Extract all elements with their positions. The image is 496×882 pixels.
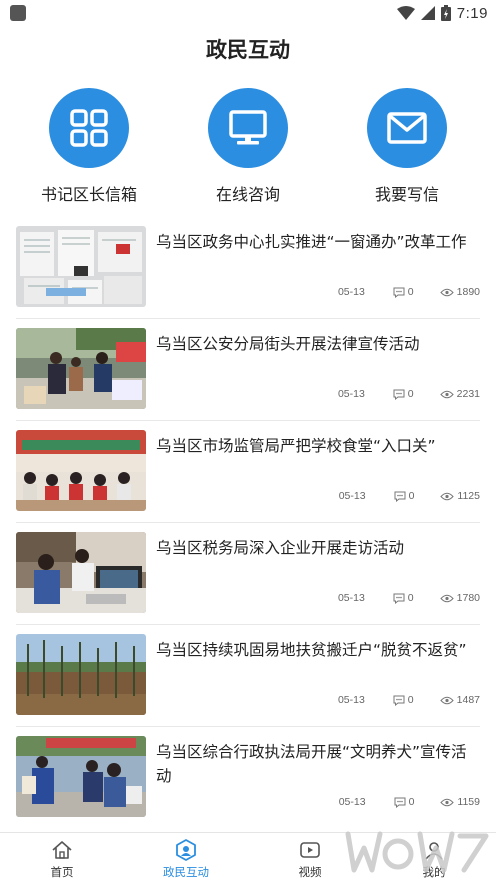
watermark-logo bbox=[345, 831, 489, 873]
comment-icon bbox=[393, 389, 405, 400]
news-item[interactable]: 乌当区持续巩固易地扶贫搬迁户“脱贫不返贫” 05-13 0 1487 bbox=[0, 625, 496, 727]
news-date: 05-13 bbox=[338, 490, 366, 502]
comment-count-value: 0 bbox=[407, 592, 414, 604]
news-thumbnail bbox=[16, 634, 146, 715]
comment-count-value: 0 bbox=[407, 388, 414, 400]
write-letter-button[interactable]: 我要写信 bbox=[337, 88, 477, 205]
status-time: 7:19 bbox=[456, 4, 488, 22]
news-title: 乌当区市场监管局严把学校食堂“入口关” bbox=[156, 437, 436, 455]
news-date: 05-13 bbox=[338, 796, 366, 808]
quick-actions: 书记区长信箱 在线咨询 我要写信 bbox=[0, 88, 496, 208]
news-item[interactable]: 乌当区市场监管局严把学校食堂“入口关” 05-13 0 1125 bbox=[0, 421, 496, 523]
wifi-icon bbox=[396, 6, 415, 20]
comment-count: 0 bbox=[393, 286, 414, 298]
tab-interaction[interactable]: 政民互动 bbox=[124, 833, 248, 882]
status-bar: 7:19 bbox=[0, 0, 496, 26]
news-thumbnail bbox=[16, 430, 146, 511]
home-icon bbox=[0, 839, 124, 861]
news-meta: 05-13 0 1780 bbox=[338, 589, 480, 607]
news-thumbnail bbox=[16, 532, 146, 613]
comment-count-value: 0 bbox=[407, 286, 414, 298]
news-date: 05-13 bbox=[337, 388, 365, 400]
write-letter-label: 我要写信 bbox=[374, 185, 439, 204]
eye-icon bbox=[439, 594, 454, 602]
comment-icon bbox=[393, 287, 405, 298]
comment-count: 0 bbox=[394, 490, 415, 502]
view-count-value: 1890 bbox=[456, 286, 480, 298]
battery-icon bbox=[440, 5, 451, 21]
news-thumbnail bbox=[16, 736, 146, 817]
news-title: 乌当区持续巩固易地扶贫搬迁户“脱贫不返贫” bbox=[156, 641, 467, 659]
news-title: 乌当区政务中心扎实推进“一窗通办”改革工作 bbox=[156, 233, 467, 251]
tab-interaction-label: 政民互动 bbox=[163, 865, 209, 879]
news-date: 05-13 bbox=[337, 286, 365, 298]
online-consult-label: 在线咨询 bbox=[215, 185, 280, 204]
tab-home[interactable]: 首页 bbox=[0, 833, 124, 882]
view-count: 1125 bbox=[440, 490, 480, 502]
view-count-value: 1780 bbox=[456, 592, 480, 604]
news-item[interactable]: 乌当区政务中心扎实推进“一窗通办”改革工作 05-13 0 1890 bbox=[0, 217, 496, 319]
news-item[interactable]: 乌当区公安分局街头开展法律宣传活动 05-13 0 2231 bbox=[0, 319, 496, 421]
news-meta: 05-13 0 1487 bbox=[338, 691, 480, 709]
eye-icon bbox=[440, 798, 455, 806]
news-meta: 05-13 0 1159 bbox=[339, 793, 480, 811]
comment-count: 0 bbox=[394, 796, 415, 808]
comment-count-value: 0 bbox=[408, 796, 415, 808]
monitor-icon bbox=[208, 88, 288, 168]
comment-icon bbox=[394, 797, 406, 808]
comment-count: 0 bbox=[393, 592, 414, 604]
news-title: 乌当区公安分局街头开展法律宣传活动 bbox=[156, 335, 420, 353]
comment-icon bbox=[393, 695, 405, 706]
tab-home-label: 首页 bbox=[50, 865, 74, 879]
view-count: 1780 bbox=[439, 592, 480, 604]
eye-icon bbox=[439, 390, 454, 398]
news-item[interactable]: 乌当区税务局深入企业开展走访活动 05-13 0 1780 bbox=[0, 523, 496, 625]
comment-icon bbox=[393, 593, 405, 604]
news-thumbnail bbox=[16, 226, 146, 307]
signal-icon bbox=[420, 6, 435, 20]
news-item[interactable]: 乌当区综合行政执法局开展“文明养犬”宣传活动 05-13 0 1159 bbox=[0, 727, 496, 829]
news-meta: 05-13 0 1890 bbox=[338, 283, 480, 301]
hexagon-user-icon bbox=[124, 839, 248, 861]
news-meta: 05-13 0 2231 bbox=[338, 385, 480, 403]
view-count-value: 2231 bbox=[456, 388, 480, 400]
news-title: 乌当区综合行政执法局开展“文明养犬”宣传活动 bbox=[156, 743, 467, 785]
mailbox-button[interactable]: 书记区长信箱 bbox=[19, 88, 159, 205]
envelope-icon bbox=[367, 88, 447, 168]
eye-icon bbox=[439, 288, 454, 296]
eye-icon bbox=[440, 492, 455, 500]
page-title: 政民互动 bbox=[206, 38, 290, 62]
news-meta: 05-13 0 1125 bbox=[339, 487, 480, 505]
view-count-value: 1159 bbox=[457, 796, 480, 808]
view-count-value: 1125 bbox=[457, 490, 480, 502]
eye-icon bbox=[439, 696, 454, 704]
news-date: 05-13 bbox=[337, 592, 365, 604]
online-consult-button[interactable]: 在线咨询 bbox=[178, 88, 318, 205]
news-thumbnail bbox=[16, 328, 146, 409]
comment-count-value: 0 bbox=[408, 490, 415, 502]
status-indicators: 7:19 bbox=[396, 3, 488, 23]
view-count: 1890 bbox=[439, 286, 480, 298]
news-title: 乌当区税务局深入企业开展走访活动 bbox=[156, 539, 405, 557]
comment-count: 0 bbox=[393, 694, 414, 706]
news-date: 05-13 bbox=[337, 694, 365, 706]
mailbox-label: 书记区长信箱 bbox=[40, 185, 137, 204]
view-count: 1159 bbox=[440, 796, 480, 808]
view-count: 1487 bbox=[439, 694, 480, 706]
view-count: 2231 bbox=[439, 388, 480, 400]
comment-icon bbox=[394, 491, 406, 502]
notification-icon bbox=[10, 5, 26, 21]
grid-icon bbox=[49, 88, 129, 168]
view-count-value: 1487 bbox=[456, 694, 480, 706]
comment-count-value: 0 bbox=[407, 694, 414, 706]
comment-count: 0 bbox=[393, 388, 414, 400]
